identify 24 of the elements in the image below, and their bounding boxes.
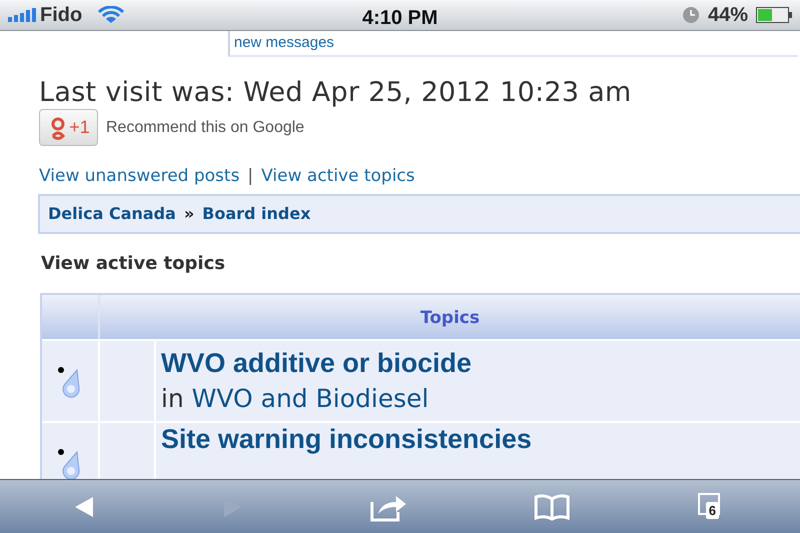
forum-link[interactable]: WVO and Biodiesel	[192, 384, 429, 412]
battery-icon	[756, 7, 792, 23]
last-visit-text: Last visit was: Wed Apr 25, 2012 10:23 am	[39, 79, 633, 106]
breadcrumb-link[interactable]: Board index	[202, 202, 311, 226]
battery-percent: 44%	[708, 3, 748, 28]
breadcrumb-separator: »	[184, 202, 194, 224]
notice-text[interactable]: new messages	[230, 34, 334, 52]
column-header: Topics	[419, 306, 481, 330]
quick-link[interactable]: View unanswered posts	[39, 164, 240, 190]
wifi-icon	[98, 6, 124, 24]
bookmarks-button[interactable]	[534, 492, 570, 520]
link-separator: |	[248, 165, 254, 188]
section-title: View active topics	[41, 252, 226, 276]
topic-title-link[interactable]: WVO additive or biocide	[161, 348, 472, 378]
alarm-icon	[682, 6, 700, 24]
signal-icon	[8, 8, 36, 22]
in-label: in	[161, 384, 185, 412]
topic-title-link[interactable]: Site warning inconsistencies	[161, 424, 532, 454]
carrier-name: Fido	[40, 3, 82, 28]
recommend-text: Recommend this on Google	[106, 118, 304, 138]
breadcrumb-link[interactable]: Delica Canada	[48, 202, 176, 226]
clock-time: 4:10 PM	[362, 6, 438, 31]
quick-link[interactable]: View active topics	[261, 164, 415, 190]
back-button[interactable]	[73, 494, 96, 518]
